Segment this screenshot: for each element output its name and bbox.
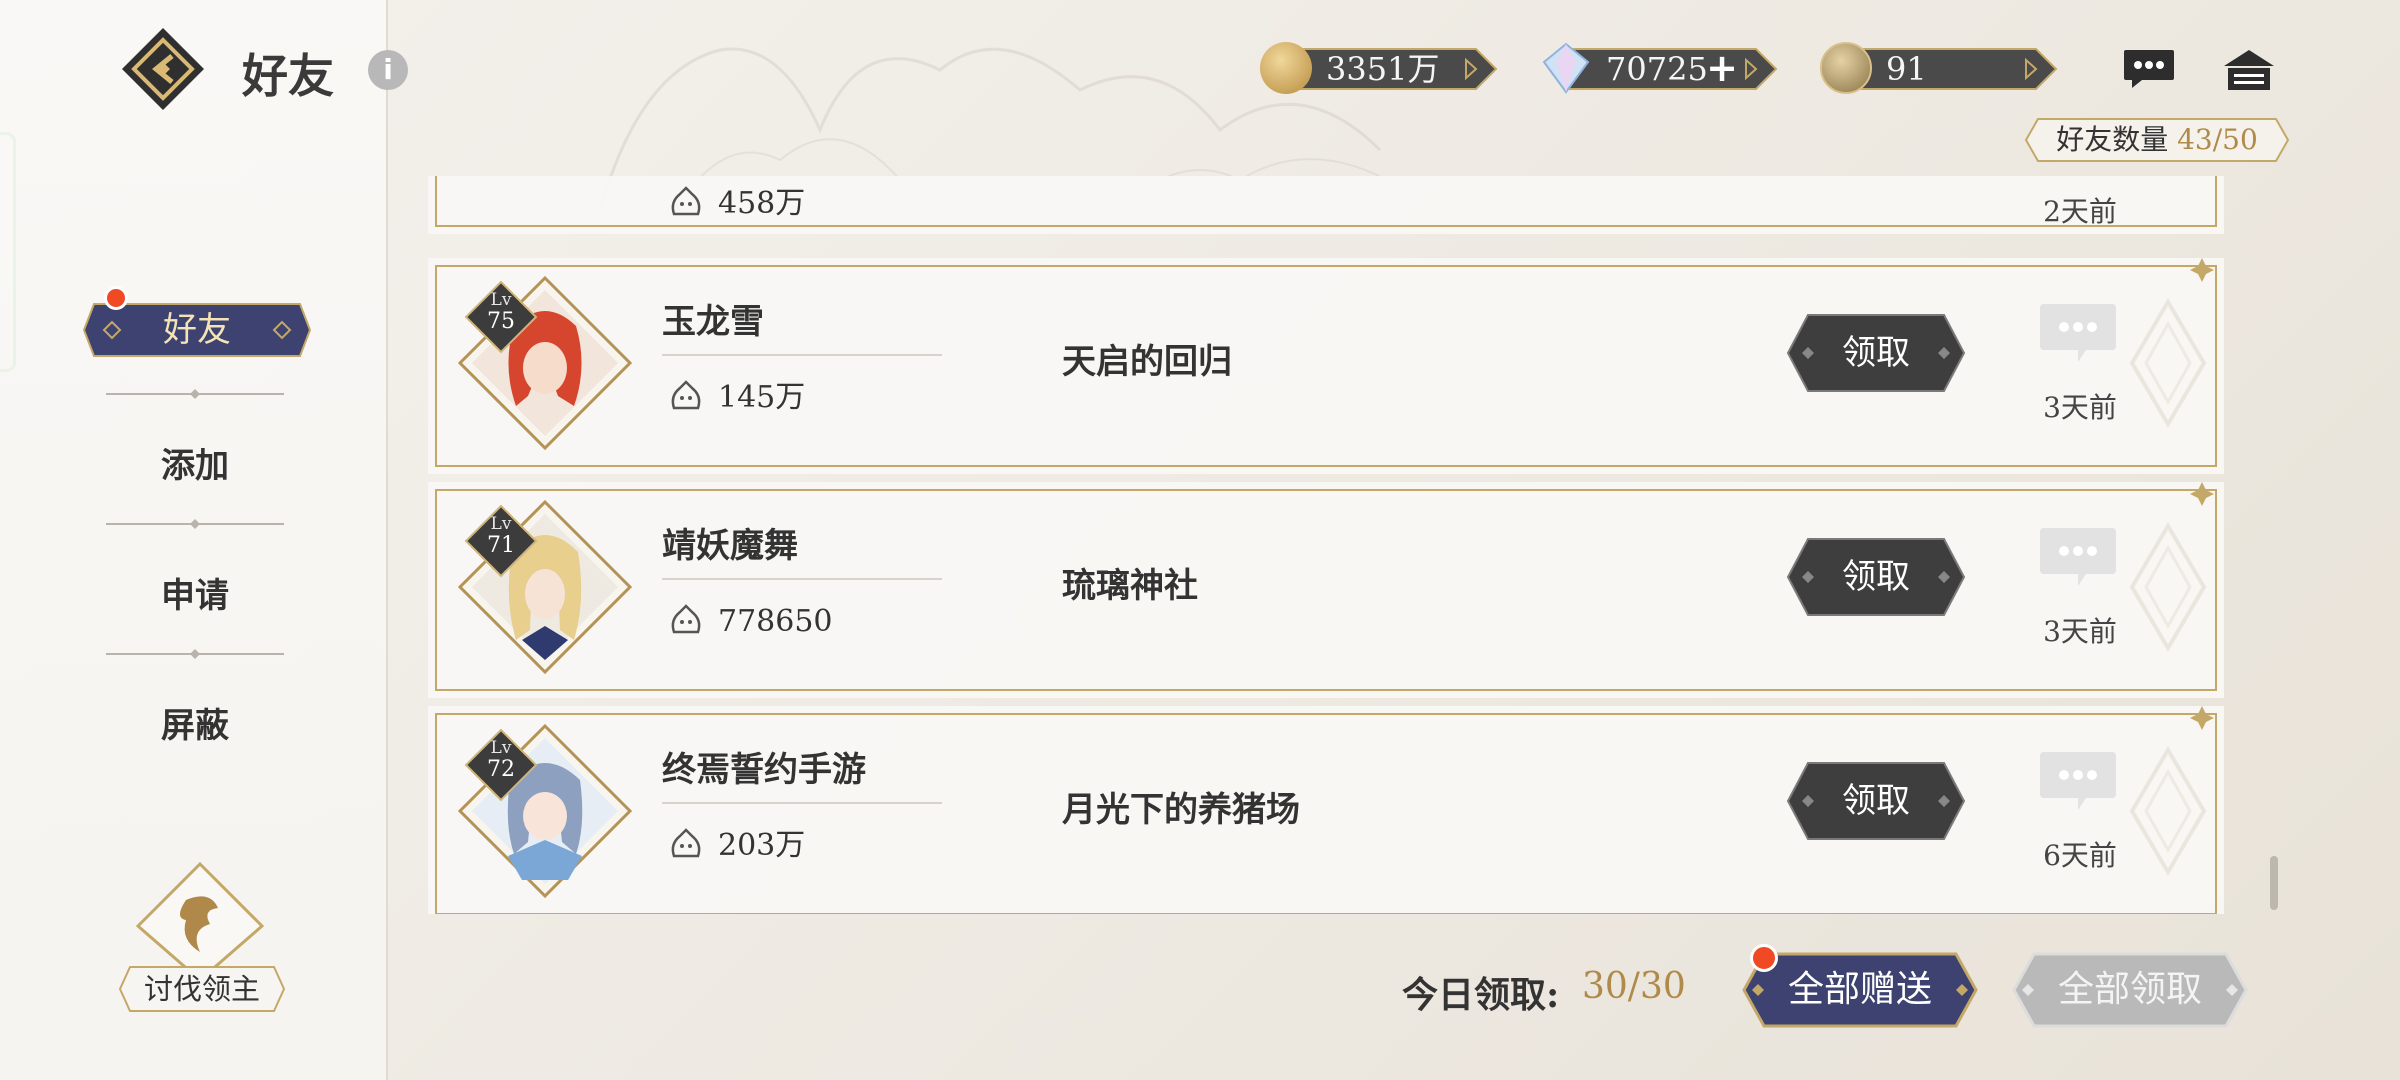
guild-name: 天启的回归 (1062, 342, 1232, 382)
sidebar-item-blocked[interactable]: 屏蔽 (100, 698, 290, 747)
claim-label: 领取 (1842, 333, 1910, 373)
level-value: 72 (487, 757, 515, 782)
today-claim-label: 今日领取: (1402, 974, 1560, 1016)
claim-all-label: 全部领取 (2057, 969, 2202, 1010)
last-online: 2天前 (2043, 195, 2117, 228)
boss-label: 讨伐领主 (143, 972, 260, 1006)
divider (106, 389, 284, 399)
chat-icon[interactable] (2122, 48, 2176, 90)
level-label: Lv (490, 738, 512, 758)
boss-dragon-icon[interactable] (130, 860, 270, 980)
claim-button[interactable]: 领取 (1786, 536, 1966, 618)
stamina-currency[interactable]: 91 (1820, 42, 2058, 94)
decor-diamond-icon (2129, 298, 2207, 428)
power-value: 203万 (718, 828, 806, 863)
guild-name: 琉璃神社 (1062, 566, 1198, 606)
power-value: 778650 (718, 604, 833, 639)
gem-value: 70725 (1606, 50, 1708, 88)
sidebar: 好友 i 好友 添加 申请 屏蔽 讨伐领主 (0, 0, 408, 1080)
decor-diamond-icon (2129, 522, 2207, 652)
claim-label: 领取 (1842, 557, 1910, 597)
guild-name: 月光下的养猪场 (1062, 790, 1300, 830)
today-claim-value: 30/30 (1582, 966, 1686, 1007)
gem-currency[interactable]: 70725 + (1542, 42, 1778, 94)
name-divider (662, 578, 942, 580)
level-label: Lv (490, 514, 512, 534)
add-gem-button[interactable]: + (1706, 46, 1738, 90)
power-icon (671, 828, 701, 858)
notification-dot (104, 286, 128, 310)
gold-value: 3351万 (1326, 50, 1440, 88)
notification-dot (1750, 944, 1778, 972)
gold-coin-icon (1260, 42, 1312, 94)
divider (106, 649, 284, 659)
stamina-value: 91 (1886, 50, 1927, 88)
power-icon (671, 186, 701, 216)
name-divider (662, 354, 942, 356)
power-value: 458万 (718, 186, 806, 221)
message-icon[interactable] (2038, 526, 2118, 590)
friend-count-value: 43/50 (2177, 123, 2258, 156)
level-value: 75 (487, 309, 515, 334)
info-icon[interactable]: i (368, 50, 408, 90)
power-icon (671, 604, 701, 634)
divider (106, 519, 284, 529)
level-value: 71 (487, 533, 515, 558)
friend-card[interactable]: Lv 72 终焉誓约手游 203万 月光下的养猪场 领取 6天前 (428, 706, 2224, 914)
boss-button[interactable]: 讨伐领主 (118, 964, 286, 1014)
stamina-badge-icon (1820, 42, 1872, 94)
level-badge: Lv 75 (464, 280, 538, 354)
claim-all-button[interactable]: 全部领取 (2010, 950, 2250, 1030)
friend-name: 靖妖魔舞 (662, 526, 798, 566)
message-icon[interactable] (2038, 750, 2118, 814)
friend-name: 终焉誓约手游 (662, 750, 866, 790)
friend-count-badge: 好友数量 43/50 (2024, 116, 2290, 164)
scrollbar-thumb[interactable] (2270, 856, 2278, 910)
level-badge: Lv 72 (464, 728, 538, 802)
friend-card[interactable]: Lv 71 靖妖魔舞 778650 琉璃神社 领取 3天前 (428, 482, 2224, 698)
level-badge: Lv 71 (464, 504, 538, 578)
friend-list[interactable]: 458万 2天前 Lv 75 玉龙雪 145万 天启的回归 领取 3天前 Lv … (426, 176, 2226, 914)
friend-count-label: 好友数量 (2056, 123, 2169, 156)
page-title: 好友 (242, 49, 334, 103)
sidebar-item-add[interactable]: 添加 (100, 438, 290, 487)
claim-label: 领取 (1842, 781, 1910, 821)
decor-diamond-icon (2129, 746, 2207, 876)
level-label: Lv (490, 290, 512, 310)
friend-card[interactable]: Lv 75 玉龙雪 145万 天启的回归 领取 3天前 (428, 258, 2224, 474)
claim-button[interactable]: 领取 (1786, 760, 1966, 842)
claim-button[interactable]: 领取 (1786, 312, 1966, 394)
home-icon[interactable] (2222, 48, 2276, 92)
friend-name: 玉龙雪 (662, 302, 764, 342)
crystal-gem-icon (1542, 42, 1590, 94)
gold-currency[interactable]: 3351万 (1260, 42, 1498, 94)
friends-logo-icon (122, 28, 204, 110)
power-value: 145万 (718, 380, 806, 415)
power-icon (671, 380, 701, 410)
message-icon[interactable] (2038, 302, 2118, 366)
name-divider (662, 802, 942, 804)
sidebar-item-requests[interactable]: 申请 (100, 568, 290, 617)
friend-card-partial: 458万 2天前 (428, 176, 2224, 234)
